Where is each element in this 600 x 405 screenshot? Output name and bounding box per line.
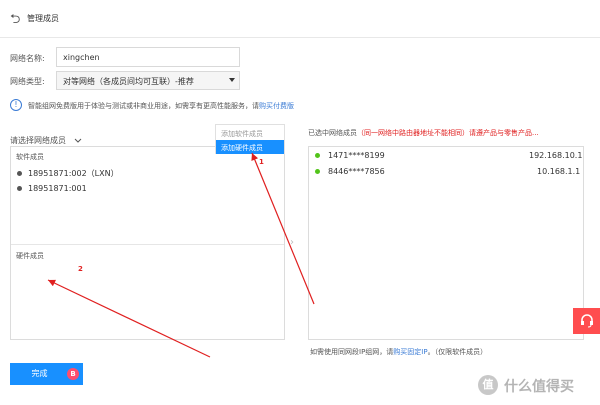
watermark-text: 什么值得买	[504, 379, 574, 395]
annotation-arrow-1	[251, 152, 315, 305]
annotation-arrow-2	[47, 279, 211, 358]
watermark-logo: 值	[478, 375, 498, 395]
annotation-label-2: 2	[78, 265, 83, 273]
annotation-label-1: 1	[259, 158, 264, 166]
annotation-arrows	[47, 152, 315, 358]
